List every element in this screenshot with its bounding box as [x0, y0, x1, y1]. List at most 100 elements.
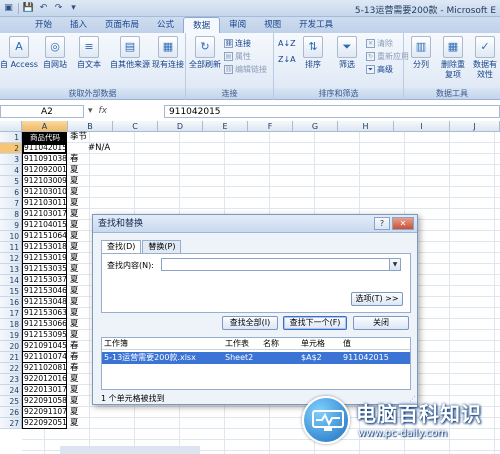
- sort-az-icon[interactable]: A↓Z: [278, 39, 296, 48]
- col-cell[interactable]: 单元格: [301, 338, 343, 349]
- col-header-e[interactable]: E: [203, 121, 248, 132]
- row-header[interactable]: 25: [0, 396, 22, 407]
- options-button[interactable]: 选项(T) >>: [351, 292, 403, 306]
- cell-product-code[interactable]: 912092001: [22, 165, 67, 176]
- cell-product-code[interactable]: 912103009: [22, 176, 67, 187]
- cell-product-code[interactable]: 912153018: [22, 242, 67, 253]
- col-header-h[interactable]: H: [338, 121, 394, 132]
- select-all-corner[interactable]: [0, 121, 22, 132]
- header-cell-season[interactable]: 季节: [68, 132, 108, 143]
- cell-product-code[interactable]: 912104015: [22, 220, 67, 231]
- save-icon[interactable]: 💾: [22, 2, 35, 14]
- cell-season[interactable]: 夏: [68, 418, 108, 429]
- clear-button[interactable]: ✕ 清除: [366, 38, 393, 49]
- cell-season[interactable]: 夏: [68, 187, 108, 198]
- cell-product-code[interactable]: 912153048: [22, 297, 67, 308]
- row-header[interactable]: 6: [0, 187, 22, 198]
- row-header[interactable]: 1: [0, 132, 22, 143]
- cell-product-code[interactable]: 922092051: [22, 418, 67, 429]
- cell-product-code[interactable]: 912151064: [22, 231, 67, 242]
- tab-insert[interactable]: 插入: [61, 17, 96, 33]
- connections-button[interactable]: ⛓ 连接: [224, 38, 251, 49]
- tab-review[interactable]: 审阅: [220, 17, 255, 33]
- col-header-g[interactable]: G: [293, 121, 338, 132]
- from-access-button[interactable]: A 自 Access: [0, 36, 38, 70]
- row-header[interactable]: 11: [0, 242, 22, 253]
- col-header-c[interactable]: C: [113, 121, 158, 132]
- cell-product-code[interactable]: 912153063: [22, 308, 67, 319]
- cell-season[interactable]: 夏: [68, 165, 108, 176]
- find-what-input[interactable]: ▼: [161, 258, 401, 271]
- tab-page-layout[interactable]: 页面布局: [96, 17, 148, 33]
- cell-product-code[interactable]: 921101074: [22, 352, 67, 363]
- col-value[interactable]: 值: [343, 338, 403, 349]
- sheet-tab-bar[interactable]: [60, 446, 200, 454]
- cell-product-code[interactable]: 912103011: [22, 198, 67, 209]
- row-header[interactable]: 7: [0, 198, 22, 209]
- sort-za-icon[interactable]: Z↓A: [278, 55, 296, 64]
- tab-replace[interactable]: 替换(P): [142, 240, 182, 253]
- row-header[interactable]: 4: [0, 165, 22, 176]
- cell-product-code[interactable]: 912153066: [22, 319, 67, 330]
- header-cell-product-code[interactable]: 商品代码: [22, 132, 67, 143]
- advanced-button[interactable]: ⏷ 高级: [366, 64, 393, 75]
- tab-data[interactable]: 数据: [183, 17, 221, 33]
- row-header[interactable]: 23: [0, 374, 22, 385]
- cell-product-code[interactable]: 922012016: [22, 374, 67, 385]
- row-header[interactable]: 19: [0, 330, 22, 341]
- find-all-button[interactable]: 查找全部(I): [222, 316, 278, 330]
- cell-season[interactable]: 夏: [68, 198, 108, 209]
- cell-product-code[interactable]: 921102081: [22, 363, 67, 374]
- row-header[interactable]: 18: [0, 319, 22, 330]
- col-header-i[interactable]: I: [394, 121, 450, 132]
- col-header-d[interactable]: D: [158, 121, 203, 132]
- row-header[interactable]: 21: [0, 352, 22, 363]
- cell-season[interactable]: 春: [68, 154, 108, 165]
- filter-button[interactable]: ⏷ 筛选: [330, 36, 364, 70]
- cell-product-code[interactable]: 912153019: [22, 253, 67, 264]
- name-box[interactable]: A2: [0, 104, 84, 118]
- col-sheet[interactable]: 工作表: [225, 338, 263, 349]
- row-header[interactable]: 14: [0, 275, 22, 286]
- cell-product-code[interactable]: 922091058: [22, 396, 67, 407]
- from-other-sources-button[interactable]: ▤ 自其他来源: [110, 36, 150, 70]
- col-header-a[interactable]: A: [22, 121, 68, 132]
- remove-duplicates-button[interactable]: ▦ 删除重复项: [436, 36, 470, 80]
- properties-button[interactable]: ▤ 属性: [224, 51, 251, 62]
- row-header[interactable]: 17: [0, 308, 22, 319]
- results-list[interactable]: 工作簿 工作表 名称 单元格 值 5-13运营需要200款.xlsx Sheet…: [101, 337, 411, 390]
- office-button-icon[interactable]: ▣: [2, 2, 15, 14]
- row-header[interactable]: 20: [0, 341, 22, 352]
- row-header[interactable]: 10: [0, 231, 22, 242]
- row-header[interactable]: 16: [0, 297, 22, 308]
- col-workbook[interactable]: 工作簿: [102, 338, 225, 349]
- edit-links-button[interactable]: ⛓ 编辑链接: [224, 64, 267, 75]
- cell-product-code[interactable]: 912153046: [22, 286, 67, 297]
- cell-season[interactable]: 夏: [68, 176, 108, 187]
- text-to-columns-button[interactable]: ▥ 分列: [406, 36, 436, 70]
- result-row[interactable]: 5-13运营需要200款.xlsx Sheet2 $A$2 911042015: [102, 352, 410, 364]
- customize-qat-icon[interactable]: ▾: [67, 2, 80, 14]
- cell-product-code[interactable]: 912153037: [22, 275, 67, 286]
- cell-product-code[interactable]: 911042015: [22, 143, 67, 154]
- from-web-button[interactable]: ◎ 自网站: [38, 36, 72, 70]
- dropdown-icon[interactable]: ▾: [88, 106, 93, 116]
- cell-season[interactable]: #N/A: [68, 143, 110, 154]
- tab-view[interactable]: 视图: [255, 17, 290, 33]
- cell-product-code[interactable]: 921091045: [22, 341, 67, 352]
- dialog-title-bar[interactable]: 查找和替换 ? ✕: [93, 215, 417, 233]
- row-header[interactable]: 9: [0, 220, 22, 231]
- row-header[interactable]: 13: [0, 264, 22, 275]
- reapply-button[interactable]: ↻ 重新应用: [366, 51, 409, 62]
- cell-product-code[interactable]: 912153095: [22, 330, 67, 341]
- row-header[interactable]: 2: [0, 143, 22, 154]
- redo-icon[interactable]: ↷: [52, 2, 65, 14]
- cell-product-code[interactable]: 922013017: [22, 385, 67, 396]
- col-name[interactable]: 名称: [263, 338, 301, 349]
- cell-season[interactable]: 夏: [68, 407, 108, 418]
- row-header[interactable]: 22: [0, 363, 22, 374]
- row-header[interactable]: 12: [0, 253, 22, 264]
- row-header[interactable]: 15: [0, 286, 22, 297]
- close-icon[interactable]: ✕: [392, 217, 414, 230]
- fx-icon[interactable]: fx: [99, 106, 108, 116]
